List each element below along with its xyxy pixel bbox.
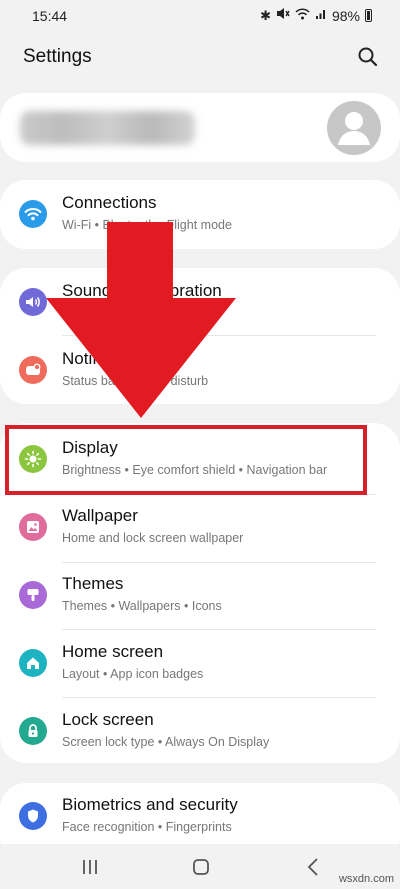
item-label: Home screen [62, 642, 164, 661]
status-icons: ✱ 98% [260, 7, 372, 24]
search-button[interactable] [355, 44, 381, 70]
volume-icon [19, 288, 47, 316]
settings-group-connections: Connections Wi-Fi • Bluetooth • Flight m… [0, 180, 400, 249]
item-subtitle: Face recognition • Fingerprints [62, 820, 232, 834]
mute-icon [276, 7, 290, 24]
watermark: wsxdn.com [338, 873, 394, 885]
item-subtitle: Layout • App icon badges [62, 667, 204, 681]
brush-icon [19, 581, 47, 609]
item-label: Notifications [62, 349, 155, 368]
status-bar: 15:44 ✱ 98% [0, 0, 400, 30]
bluetooth-icon: ✱ [260, 7, 271, 23]
item-subtitle: Themes • Wallpapers • Icons [62, 599, 222, 613]
settings-item-lock-screen[interactable]: Lock screen Screen lock type • Always On… [0, 698, 400, 764]
back-icon [307, 858, 318, 876]
divider [62, 335, 376, 336]
avatar[interactable] [327, 101, 381, 155]
notification-icon [19, 356, 47, 384]
wifi-icon [19, 200, 47, 228]
settings-item-home-screen[interactable]: Home screen Layout • App icon badges [0, 630, 400, 696]
home-button-icon [193, 859, 209, 875]
signal-icon [315, 8, 327, 24]
battery-percent: 98% [331, 7, 360, 24]
wifi-icon [295, 7, 310, 24]
item-label: Wallpaper [62, 506, 138, 525]
item-subtitle: Wi-Fi • Bluetooth • Flight mode [62, 218, 232, 232]
settings-item-themes[interactable]: Themes Themes • Wallpapers • Icons [0, 562, 400, 628]
lock-icon [19, 717, 47, 745]
item-subtitle: Home and lock screen wallpaper [62, 531, 244, 545]
back-button[interactable] [302, 856, 326, 878]
home-button[interactable] [189, 856, 213, 878]
item-subtitle: Screen lock type • Always On Display [62, 735, 270, 749]
item-subtitle: Status bar • Do not disturb [62, 374, 209, 388]
search-icon [358, 47, 378, 67]
settings-item-notifications[interactable]: Notifications Status bar • Do not distur… [0, 337, 400, 403]
settings-item-sounds[interactable]: Sounds and vibration Sound mode • Ringto… [0, 269, 400, 335]
item-label: Lock screen [62, 710, 154, 729]
navigation-bar: wsxdn.com [0, 844, 400, 889]
recent-apps-icon [83, 860, 97, 874]
item-label: Themes [62, 574, 124, 593]
battery-icon [365, 9, 372, 22]
status-time: 15:44 [32, 8, 68, 24]
home-icon [19, 649, 47, 677]
settings-group-sounds: Sounds and vibration Sound mode • Ringto… [0, 268, 400, 404]
recent-apps-button[interactable] [78, 856, 102, 878]
app-header: Settings [0, 38, 400, 78]
settings-item-biometrics[interactable]: Biometrics and security Face recognition… [0, 783, 400, 849]
item-label: Biometrics and security [62, 795, 238, 814]
settings-item-connections[interactable]: Connections Wi-Fi • Bluetooth • Flight m… [0, 181, 400, 247]
settings-item-wallpaper[interactable]: Wallpaper Home and lock screen wallpaper [0, 494, 400, 560]
image-icon [19, 513, 47, 541]
shield-icon [19, 802, 47, 830]
account-name-blurred [20, 111, 195, 145]
item-subtitle: Sound mode • Ringtone [62, 306, 195, 320]
page-title: Settings [23, 46, 92, 67]
person-icon [338, 112, 370, 145]
item-label: Connections [62, 193, 157, 212]
display-highlight-box [5, 425, 367, 495]
item-label: Sounds and vibration [62, 281, 222, 300]
